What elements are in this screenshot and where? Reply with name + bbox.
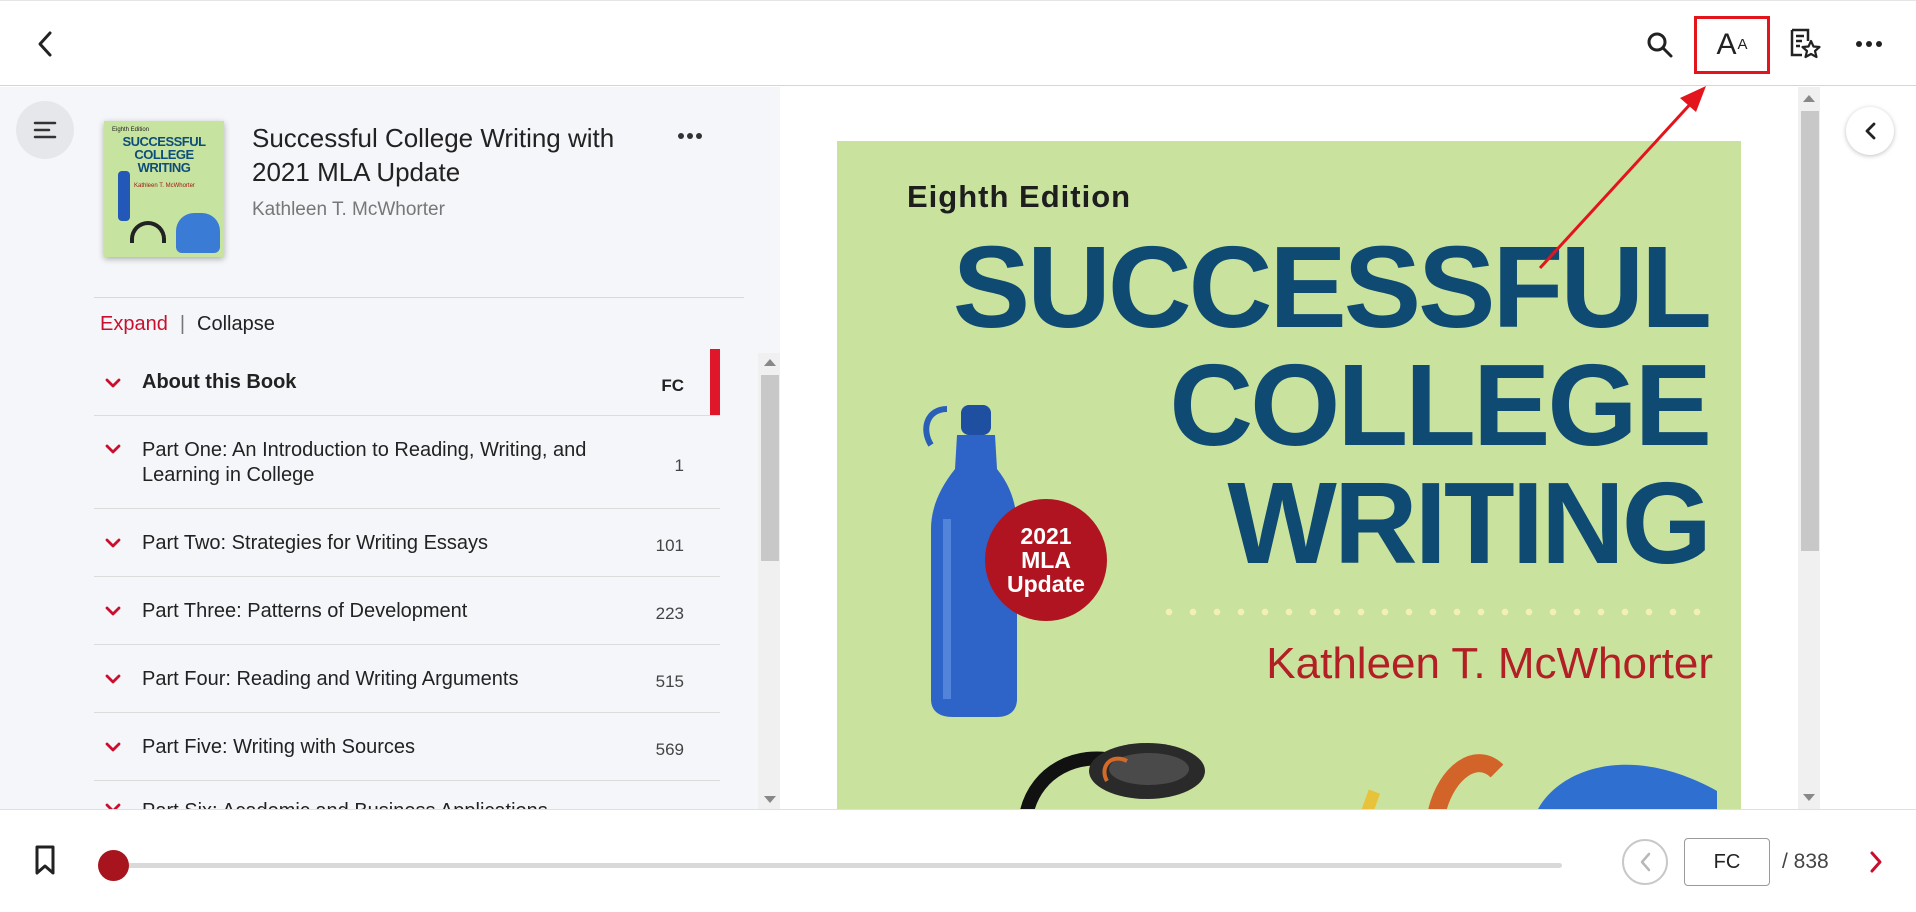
- toc-item-label: Part Three: Patterns of Development: [142, 599, 468, 622]
- more-options-button[interactable]: [1846, 21, 1892, 67]
- notes-bookmarks-button[interactable]: [1782, 21, 1828, 67]
- thumb-bottle-graphic: [118, 171, 130, 221]
- chevron-down-icon[interactable]: [104, 670, 122, 688]
- more-horizontal-icon: [1856, 41, 1882, 47]
- toc-item-page: 1: [674, 455, 684, 475]
- cover-edition: Eighth Edition: [907, 179, 1132, 214]
- book-title: Successful College Writing with 2021 MLA…: [252, 123, 615, 187]
- reader-pane: Eighth Edition SUCCESSFUL COLLEGE WRITIN…: [780, 87, 1916, 809]
- scroll-thumb[interactable]: [1801, 111, 1819, 551]
- menu-lines-icon: [33, 121, 57, 139]
- panel-divider: [94, 297, 744, 298]
- toc-item-part-three[interactable]: Part Three: Patterns of Development 223: [94, 577, 720, 645]
- thumb-author: Kathleen T. McWhorter: [134, 183, 195, 189]
- chevron-down-icon[interactable]: [104, 602, 122, 620]
- toc-item-label: Part Four: Reading and Writing Arguments: [142, 667, 519, 690]
- more-horizontal-icon: [678, 133, 702, 139]
- table-of-contents-panel: Eighth Edition SUCCESSFUL COLLEGE WRITIN…: [0, 87, 780, 809]
- toc-item-part-six[interactable]: Part Six: Academic and Business Applicat…: [94, 781, 720, 809]
- toc-item-about[interactable]: About this Book FC: [94, 349, 720, 416]
- toc-item-page: 569: [655, 740, 684, 759]
- scroll-down-arrow-icon[interactable]: [1803, 794, 1815, 801]
- badge-line-1: 2021: [1020, 523, 1072, 549]
- toc-item-page: 101: [655, 536, 684, 555]
- bookmark-icon: [35, 845, 55, 875]
- toc-list: About this Book FC Part One: An Introduc…: [94, 349, 720, 809]
- back-button[interactable]: [24, 23, 66, 65]
- toc-item-part-five[interactable]: Part Five: Writing with Sources 569: [94, 713, 720, 781]
- font-size-icon: A A: [1716, 28, 1747, 62]
- scroll-down-arrow-icon[interactable]: [764, 796, 776, 803]
- font-icon-large-letter: A: [1716, 28, 1737, 61]
- thumb-headphones-graphic: [130, 221, 166, 243]
- collapse-all-link[interactable]: Collapse: [197, 313, 275, 336]
- scroll-up-arrow-icon[interactable]: [764, 359, 776, 366]
- badge-line-3: Update: [1007, 571, 1085, 597]
- book-options-button[interactable]: [670, 121, 710, 151]
- toc-item-page: 223: [655, 604, 684, 623]
- expand-collapse-controls: Expand | Collapse: [100, 313, 275, 336]
- back-chevron-icon: [38, 31, 52, 57]
- toc-item-part-one[interactable]: Part One: An Introduction to Reading, Wr…: [94, 416, 720, 509]
- page-total: / 838: [1782, 850, 1829, 873]
- thumb-edition: Eighth Edition: [112, 127, 150, 133]
- scroll-thumb[interactable]: [761, 375, 779, 561]
- bottom-navigation-bar: / 838: [0, 809, 1916, 912]
- chevron-down-icon[interactable]: [104, 534, 122, 552]
- toc-scrollbar[interactable]: [758, 353, 780, 809]
- cover-title-line-1: SUCCESSFUL: [952, 222, 1712, 352]
- chevron-down-icon[interactable]: [104, 799, 122, 809]
- bookmark-button[interactable]: [28, 840, 62, 880]
- badge-line-2: MLA: [1021, 547, 1071, 573]
- toc-item-part-four[interactable]: Part Four: Reading and Writing Arguments…: [94, 645, 720, 713]
- font-icon-small-letter: A: [1737, 36, 1748, 53]
- chevron-left-icon: [1865, 122, 1876, 140]
- toc-item-part-two[interactable]: Part Two: Strategies for Writing Essays …: [94, 509, 720, 577]
- cover-author: Kathleen T. McWhorter: [1266, 639, 1713, 688]
- search-button[interactable]: [1638, 23, 1682, 67]
- active-indicator: [710, 349, 720, 415]
- book-cover-page: Eighth Edition SUCCESSFUL COLLEGE WRITIN…: [837, 141, 1741, 809]
- collapse-side-panel-button[interactable]: [1846, 107, 1894, 155]
- scroll-up-arrow-icon[interactable]: [1803, 95, 1815, 102]
- chevron-left-icon: [1640, 852, 1651, 872]
- toc-toggle-button[interactable]: [16, 101, 74, 159]
- font-settings-button[interactable]: A A: [1694, 16, 1770, 74]
- mla-update-badge: 2021 MLA Update: [985, 499, 1107, 621]
- book-author: Kathleen T. McWhorter: [252, 199, 445, 220]
- toc-item-label: Part Five: Writing with Sources: [142, 735, 416, 758]
- previous-page-button[interactable]: [1622, 839, 1668, 885]
- page-scrollbar[interactable]: [1798, 87, 1820, 809]
- page-number-input[interactable]: [1684, 838, 1770, 886]
- toc-item-label: Part Two: Strategies for Writing Essays: [142, 531, 489, 554]
- toc-item-label: About this Book: [142, 371, 297, 393]
- cover-dotted-rule: [1157, 607, 1717, 617]
- cover-props-image: [1020, 743, 1717, 809]
- toc-item-page: FC: [661, 375, 684, 395]
- toc-item-page: 515: [655, 672, 684, 691]
- toc-item-label: Part Six: Academic and Business Applicat…: [142, 799, 622, 809]
- thumb-backpack-graphic: [176, 213, 220, 253]
- chevron-down-icon[interactable]: [104, 374, 122, 392]
- thumb-title: SUCCESSFUL COLLEGE WRITING: [122, 134, 206, 175]
- separator: |: [179, 313, 186, 335]
- next-page-button[interactable]: [1856, 842, 1896, 882]
- reading-progress-handle[interactable]: [98, 850, 129, 881]
- notes-star-icon: [1790, 28, 1821, 59]
- top-toolbar: A A: [0, 0, 1916, 86]
- chevron-down-icon[interactable]: [104, 738, 122, 756]
- chevron-right-icon: [1870, 851, 1882, 873]
- toc-item-label: Part One: An Introduction to Reading, Wr…: [142, 438, 587, 486]
- search-icon: [1647, 32, 1673, 58]
- expand-all-link[interactable]: Expand: [100, 313, 168, 336]
- chevron-down-icon[interactable]: [104, 440, 122, 458]
- book-cover-thumbnail: Eighth Edition SUCCESSFUL COLLEGE WRITIN…: [104, 121, 224, 257]
- reading-progress-track[interactable]: [100, 863, 1562, 868]
